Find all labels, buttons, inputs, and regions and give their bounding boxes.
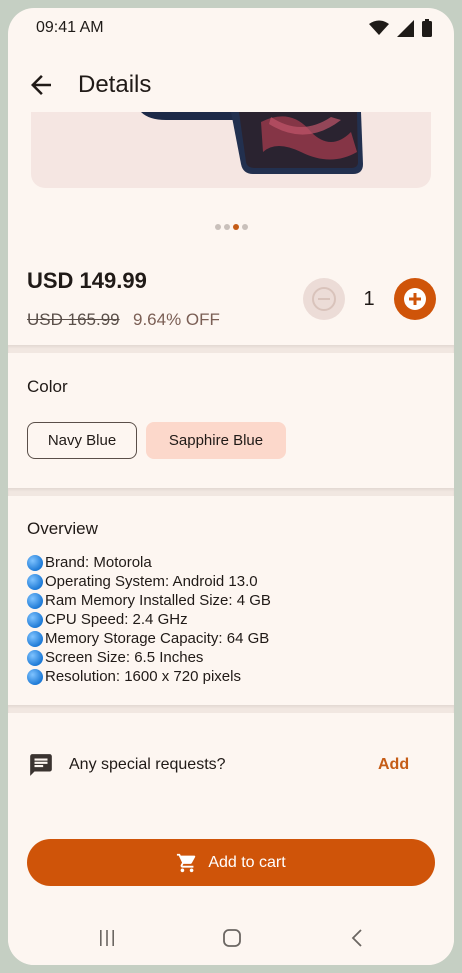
add-to-cart-button[interactable]: Add to cart [27, 839, 435, 886]
product-image-carousel[interactable] [31, 112, 431, 188]
overview-item-text: Operating System: Android 13.0 [45, 573, 258, 590]
product-phone-image [141, 112, 363, 174]
message-icon [30, 754, 52, 776]
recents-icon[interactable] [97, 928, 117, 948]
original-price: USD 165.99 [27, 310, 120, 329]
minus-circle-icon [312, 287, 336, 311]
system-navigation-bar [8, 913, 454, 963]
special-request-label: Any special requests? [69, 756, 226, 773]
overview-list: Brand: Motorola Operating System: Androi… [27, 553, 271, 686]
cart-icon [177, 853, 196, 872]
overview-item-text: Ram Memory Installed Size: 4 GB [45, 592, 271, 609]
status-time: 09:41 AM [36, 19, 104, 36]
blue-circle-icon [27, 554, 43, 571]
blue-circle-icon [27, 611, 43, 628]
carousel-dot[interactable] [223, 224, 230, 230]
page-title: Details [78, 71, 152, 98]
wifi-icon [369, 20, 389, 35]
list-item: Resolution: 1600 x 720 pixels [27, 667, 271, 686]
special-request-row[interactable]: Any special requests? Add [8, 738, 454, 792]
home-icon[interactable] [222, 928, 242, 948]
add-to-cart-label: Add to cart [208, 853, 286, 871]
color-section-title: Color [27, 377, 68, 396]
overview-item-text: CPU Speed: 2.4 GHz [45, 611, 188, 628]
overview-item-text: Brand: Motorola [45, 554, 152, 571]
color-option-label: Navy Blue [47, 432, 117, 449]
decrease-quantity-button[interactable] [303, 278, 345, 320]
overview-section-title: Overview [27, 519, 98, 538]
product-price: USD 149.99 [27, 268, 147, 293]
battery-icon [422, 19, 432, 37]
carousel-dot[interactable] [214, 224, 221, 230]
list-item: Memory Storage Capacity: 64 GB [27, 629, 271, 648]
section-divider [8, 345, 454, 353]
color-option-navy-blue[interactable]: Navy Blue [27, 422, 137, 459]
list-item: CPU Speed: 2.4 GHz [27, 610, 271, 629]
back-button[interactable] [26, 70, 56, 100]
overview-item-text: Memory Storage Capacity: 64 GB [45, 630, 270, 647]
add-request-button[interactable]: Add [378, 756, 409, 774]
top-app-bar: Details [8, 52, 454, 118]
back-nav-icon[interactable] [348, 928, 368, 948]
blue-circle-icon [27, 573, 43, 590]
overview-item-text: Screen Size: 6.5 Inches [45, 649, 204, 666]
color-option-sapphire-blue[interactable]: Sapphire Blue [146, 422, 286, 459]
arrow-left-icon [31, 75, 51, 95]
list-item: Operating System: Android 13.0 [27, 572, 271, 591]
blue-circle-icon [27, 668, 43, 685]
section-divider [8, 705, 454, 713]
carousel-indicator [8, 224, 454, 230]
list-item: Ram Memory Installed Size: 4 GB [27, 591, 271, 610]
app-screen: 09:41 AM Details USD 149.99 USD 165.99 9… [8, 8, 454, 965]
signal-icon [397, 19, 414, 37]
blue-circle-icon [27, 592, 43, 609]
carousel-dot[interactable] [241, 224, 248, 230]
list-item: Screen Size: 6.5 Inches [27, 648, 271, 667]
plus-circle-icon [404, 288, 426, 310]
carousel-dot-active[interactable] [232, 224, 239, 230]
overview-item-text: Resolution: 1600 x 720 pixels [45, 668, 241, 685]
quantity-value: 1 [363, 288, 375, 310]
blue-circle-icon [27, 649, 43, 666]
increase-quantity-button[interactable] [394, 278, 436, 320]
device-frame: 09:41 AM Details USD 149.99 USD 165.99 9… [0, 0, 462, 973]
status-bar: 09:41 AM [8, 8, 454, 48]
blue-circle-icon [27, 630, 43, 647]
status-icons [369, 19, 432, 37]
list-item: Brand: Motorola [27, 553, 271, 572]
discount-label: 9.64% OFF [133, 310, 220, 329]
section-divider [8, 488, 454, 496]
color-option-label: Sapphire Blue [168, 432, 264, 449]
